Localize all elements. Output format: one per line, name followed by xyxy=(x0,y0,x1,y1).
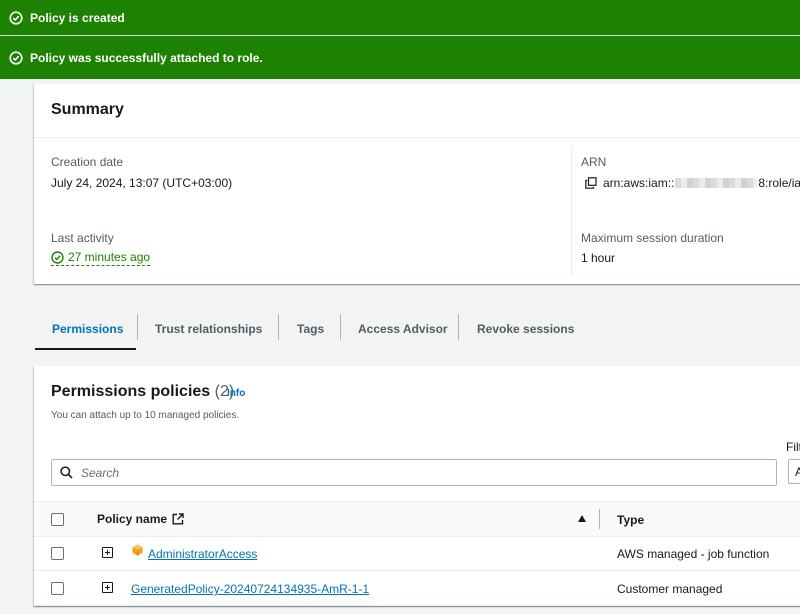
summary-panel: Summary Creation date July 24, 2024, 13:… xyxy=(34,84,800,284)
column-header-policy-name[interactable]: Policy name xyxy=(97,512,184,526)
creation-date-value: July 24, 2024, 13:07 (UTC+03:00) xyxy=(51,176,233,190)
tab-tags[interactable]: Tags xyxy=(297,309,324,349)
aws-managed-icon xyxy=(131,543,144,556)
check-circle-icon xyxy=(9,50,23,65)
max-session-value: 1 hour xyxy=(581,251,616,265)
arn-suffix: 8:role/iar xyxy=(758,176,800,190)
expand-icon[interactable] xyxy=(102,582,113,593)
tab-separator xyxy=(278,314,279,340)
policy-type: Customer managed xyxy=(617,582,723,596)
row-checkbox[interactable] xyxy=(51,582,64,595)
policy-type: AWS managed - job function xyxy=(617,547,770,561)
filter-label: Filt xyxy=(786,440,800,454)
permissions-title-text: Permissions policies xyxy=(51,383,211,400)
column-resizer[interactable] xyxy=(599,509,600,529)
permissions-policies-title: Permissions policies (2) xyxy=(51,383,234,401)
arn-prefix: arn:aws:iam:: xyxy=(603,176,675,190)
filter-type-select[interactable]: A xyxy=(788,459,800,484)
check-circle-icon xyxy=(9,10,23,25)
summary-divider xyxy=(34,137,800,138)
select-all-checkbox[interactable] xyxy=(51,513,64,526)
arn-value: arn:aws:iam:: 8:role/iar xyxy=(585,176,800,190)
tab-separator xyxy=(458,314,459,340)
role-tabs: Permissions Trust relationships Tags Acc… xyxy=(35,309,800,351)
active-tab-indicator xyxy=(35,348,136,350)
search-icon xyxy=(60,466,73,479)
tab-revoke-sessions[interactable]: Revoke sessions xyxy=(477,309,574,349)
policy-link[interactable]: GeneratedPolicy-20240724134935-AmR-1-1 xyxy=(131,582,369,596)
policy-link[interactable]: AdministratorAccess xyxy=(148,547,257,561)
row-checkbox[interactable] xyxy=(51,547,64,560)
notification-message: Policy was successfully attached to role… xyxy=(30,50,263,65)
external-link-icon xyxy=(172,513,184,525)
success-notification-policy-created: Policy is created xyxy=(0,0,800,35)
redacted-account-id xyxy=(675,178,758,188)
permissions-policies-panel: Permissions policies (2) Info You can at… xyxy=(34,366,800,606)
search-input[interactable] xyxy=(79,464,763,481)
tab-separator xyxy=(137,314,138,340)
last-activity-text: 27 minutes ago xyxy=(68,250,151,264)
expand-icon[interactable] xyxy=(102,547,113,558)
tab-trust-relationships[interactable]: Trust relationships xyxy=(155,309,262,349)
policy-name-header-text: Policy name xyxy=(97,512,168,526)
search-box xyxy=(51,459,777,486)
creation-date-label: Creation date xyxy=(51,155,124,169)
last-activity-value[interactable]: 27 minutes ago xyxy=(51,250,151,266)
table-header: Policy name Type xyxy=(34,501,800,537)
arn-label: ARN xyxy=(581,155,607,169)
column-divider xyxy=(571,146,572,276)
info-link[interactable]: Info xyxy=(227,388,245,399)
last-activity-label: Last activity xyxy=(51,231,114,245)
table-row: AdministratorAccess AWS managed - job fu… xyxy=(34,536,800,571)
tab-access-advisor[interactable]: Access Advisor xyxy=(358,309,448,349)
success-notification-policy-attached: Policy was successfully attached to role… xyxy=(0,36,800,79)
permissions-description: You can attach up to 10 managed policies… xyxy=(51,410,240,421)
tab-separator xyxy=(340,314,341,340)
check-circle-icon xyxy=(51,250,64,264)
copy-icon[interactable] xyxy=(585,177,597,189)
max-session-label: Maximum session duration xyxy=(581,231,724,245)
column-header-type[interactable]: Type xyxy=(617,513,644,527)
notification-message: Policy is created xyxy=(30,10,125,25)
sort-ascending-icon[interactable] xyxy=(578,515,586,522)
table-row: GeneratedPolicy-20240724134935-AmR-1-1 C… xyxy=(34,571,800,606)
summary-title: Summary xyxy=(51,101,124,118)
tab-permissions[interactable]: Permissions xyxy=(52,309,123,349)
